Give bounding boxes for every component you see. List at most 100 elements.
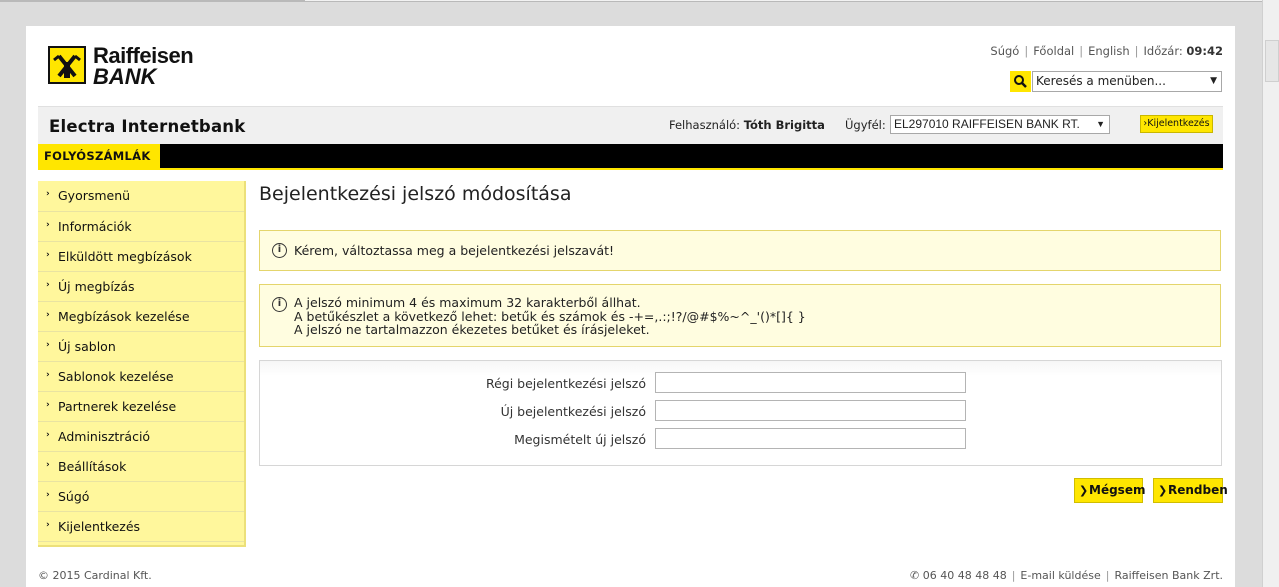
home-link[interactable]: Főoldal xyxy=(1033,44,1074,58)
english-link[interactable]: English xyxy=(1088,44,1130,58)
chevron-right-icon: › xyxy=(46,460,50,470)
sidebar-item-gyorsmenu[interactable]: › Gyorsmenü xyxy=(38,181,244,212)
form-row-old-password: Régi bejelentkezési jelszó xyxy=(260,372,1221,394)
page: Raiffeisen BANK Súgó | Főoldal | English | Idő… xyxy=(26,26,1235,587)
user-info: Felhasználó: Tóth Brigitta xyxy=(669,118,825,132)
chevron-down-icon: ▼ xyxy=(1210,76,1217,86)
password-rules-notice: i A jelszó minimum 4 és maximum 32 karak… xyxy=(259,284,1221,347)
page-title: Bejelentkezési jelszó módosítása xyxy=(259,183,572,205)
new-password-label: Új bejelentkezési jelszó xyxy=(500,404,646,419)
timer-label: Időzár: xyxy=(1143,44,1183,58)
tab-folyoszamlak[interactable]: FOLYÓSZÁMLÁK xyxy=(38,144,160,168)
password-change-notice: i Kérem, változtassa meg a bejelentkezés… xyxy=(259,230,1221,271)
app-name: Electra Internetbank xyxy=(49,117,246,136)
sidebar-item-kijelentkezes[interactable]: › Kijelentkezés xyxy=(38,512,244,542)
sidebar-item-uj-sablon[interactable]: › Új sablon xyxy=(38,332,244,362)
ok-button[interactable]: ❯ Rendben xyxy=(1153,478,1228,503)
sidebar-item-sablonok-kezelese[interactable]: › Sablonok kezelése xyxy=(38,362,244,392)
raiffeisen-logo[interactable]: Raiffeisen BANK xyxy=(48,44,208,89)
old-password-input[interactable] xyxy=(655,372,966,393)
new-password-input[interactable] xyxy=(655,400,966,421)
browser-top-border xyxy=(0,0,1279,2)
chevron-down-icon: ▼ xyxy=(1096,119,1105,129)
sidebar-item-label: Gyorsmenü xyxy=(58,188,131,203)
timer-value: 09:42 xyxy=(1186,44,1223,58)
info-icon: i xyxy=(272,243,287,258)
chevron-right-icon: › xyxy=(46,280,50,290)
scrollbar-thumb[interactable] xyxy=(1265,40,1279,82)
sidebar-item-label: Súgó xyxy=(58,489,90,504)
form-row-new-password: Új bejelentkezési jelszó xyxy=(260,400,1221,422)
sidebar-item-megbizasok-kezelese[interactable]: › Megbízások kezelése xyxy=(38,302,244,332)
menu-search-placeholder: Keresés a menüben... xyxy=(1036,74,1166,88)
company-link[interactable]: Raiffeisen Bank Zrt. xyxy=(1114,569,1223,582)
sidebar-item-label: Információk xyxy=(58,219,132,234)
user-label: Felhasználó: xyxy=(669,118,741,132)
cancel-button[interactable]: ❯ Mégsem xyxy=(1074,478,1146,503)
client-select[interactable]: EL297010 RAIFFEISEN BANK RT. ▼ xyxy=(890,115,1110,134)
sidebar-item-uj-megbizas[interactable]: › Új megbízás xyxy=(38,272,244,302)
old-password-label: Régi bejelentkezési jelszó xyxy=(485,376,646,391)
logout-button[interactable]: ›Kijelentkezés xyxy=(1140,115,1213,133)
logout-label: Kijelentkezés xyxy=(1147,118,1210,129)
chevron-right-icon: ❯ xyxy=(1158,484,1168,497)
top-links: Súgó | Főoldal | English | Időzár: 09:42 xyxy=(990,44,1223,58)
chevron-right-icon: › xyxy=(46,340,50,350)
ok-button-label: Rendben xyxy=(1168,483,1228,497)
logo-text-bank: BANK xyxy=(93,64,157,89)
sidebar-item-label: Kijelentkezés xyxy=(58,519,141,534)
sidebar-item-label: Elküldött megbízások xyxy=(58,249,192,264)
user-name: Tóth Brigitta xyxy=(743,118,825,132)
sidebar-item-sugo[interactable]: › Súgó xyxy=(38,482,244,512)
sidebar-item-label: Sablonok kezelése xyxy=(58,369,174,384)
sidebar-item-adminisztracio[interactable]: › Adminisztráció xyxy=(38,422,244,452)
chevron-right-icon: › xyxy=(46,490,50,500)
repeat-password-input[interactable] xyxy=(655,428,966,449)
chevron-right-icon: › xyxy=(46,220,50,230)
chevron-right-icon: › xyxy=(46,250,50,260)
chevron-right-icon: › xyxy=(46,400,50,410)
help-link[interactable]: Súgó xyxy=(990,44,1019,58)
copyright: © 2015 Cardinal Kft. xyxy=(38,569,152,582)
rule-line-2: A betűkészlet a következő lehet: betűk é… xyxy=(294,308,806,324)
notice-text: Kérem, változtassa meg a bejelentkezési … xyxy=(294,243,615,258)
form-row-repeat-password: Megismételt új jelszó xyxy=(260,428,1221,450)
repeat-password-label: Megismételt új jelszó xyxy=(514,432,646,447)
info-icon: i xyxy=(272,297,287,312)
search-button[interactable] xyxy=(1010,71,1031,92)
sidebar-item-label: Megbízások kezelése xyxy=(58,309,190,324)
rule-line-3: A jelszó ne tartalmazzon ékezetes betűke… xyxy=(294,322,650,337)
chevron-right-icon: › xyxy=(46,370,50,380)
chevron-right-icon: › xyxy=(46,520,50,530)
raiffeisen-logo-icon xyxy=(48,46,86,84)
sidebar-item-label: Partnerek kezelése xyxy=(58,399,177,414)
chevron-right-icon: › xyxy=(46,189,50,199)
sidebar-item-elkuldott-megbizasok[interactable]: › Elküldött megbízások xyxy=(38,242,244,272)
sidebar-item-label: Beállítások xyxy=(58,459,127,474)
email-link[interactable]: E-mail küldése xyxy=(1020,569,1100,582)
phone-icon: ✆ xyxy=(910,569,920,582)
app-bar: Electra Internetbank Felhasználó: Tóth B… xyxy=(38,106,1223,144)
search-icon xyxy=(1014,75,1027,88)
sidebar-item-label: Új sablon xyxy=(58,339,116,354)
sidebar-menu: › Gyorsmenü › Információk › Elküldött megbí… xyxy=(38,181,246,547)
sidebar-item-label: Új megbízás xyxy=(58,279,135,294)
phone-number: 06 40 48 48 48 xyxy=(922,569,1007,582)
menu-search-select[interactable]: Keresés a menüben... ▼ xyxy=(1032,71,1222,92)
password-form: Régi bejelentkezési jelszó Új bejelentke… xyxy=(259,360,1222,466)
rule-line-1: A jelszó minimum 4 és maximum 32 karakte… xyxy=(294,295,641,310)
notice-rules-text: A jelszó minimum 4 és maximum 32 karakte… xyxy=(294,296,806,337)
client-value: EL297010 RAIFFEISEN BANK RT. xyxy=(894,117,1080,131)
main-nav-bar: FOLYÓSZÁMLÁK xyxy=(38,144,1223,170)
cancel-button-label: Mégsem xyxy=(1089,483,1146,497)
sidebar-item-partnerek-kezelese[interactable]: › Partnerek kezelése xyxy=(38,392,244,422)
client-label: Ügyfél: xyxy=(845,118,886,132)
vertical-scrollbar[interactable] xyxy=(1262,0,1279,587)
sidebar-item-informaciok[interactable]: › Információk xyxy=(38,212,244,242)
chevron-right-icon: › xyxy=(46,430,50,440)
chevron-right-icon: ❯ xyxy=(1079,484,1089,497)
sidebar-item-beallitasok[interactable]: › Beállítások xyxy=(38,452,244,482)
sidebar-item-label: Adminisztráció xyxy=(58,429,151,444)
footer-links: ✆ 06 40 48 48 48 | E-mail küldése | Raiffeis… xyxy=(910,569,1223,582)
chevron-right-icon: › xyxy=(46,310,50,320)
